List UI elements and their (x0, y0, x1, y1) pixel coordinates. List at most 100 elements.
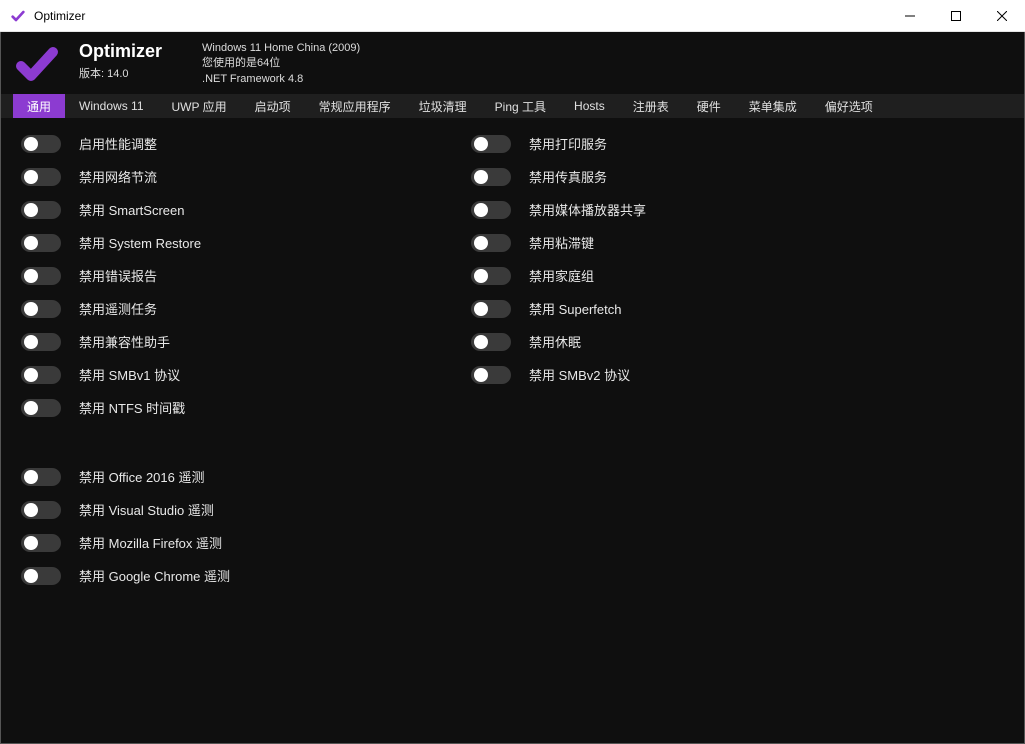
toggle-switch[interactable] (471, 201, 511, 219)
toggle-label: 禁用 SMBv1 协议 (79, 365, 180, 384)
toggle-switch[interactable] (471, 267, 511, 285)
toggle-knob (24, 137, 38, 151)
toggle-knob (474, 203, 488, 217)
app-icon (10, 8, 26, 24)
toggle-label: 禁用 Google Chrome 遥测 (79, 566, 230, 585)
toggle-row: 禁用传真服务 (471, 167, 901, 186)
toggle-switch[interactable] (471, 366, 511, 384)
toggle-label: 禁用网络节流 (79, 167, 157, 186)
toggle-label: 禁用传真服务 (529, 167, 607, 186)
toggle-row: 禁用 SmartScreen (21, 200, 451, 219)
toggle-knob (24, 170, 38, 184)
toggle-switch[interactable] (21, 168, 61, 186)
toggle-knob (24, 302, 38, 316)
toggle-knob (474, 302, 488, 316)
toggle-row: 禁用休眠 (471, 332, 901, 351)
toggle-switch[interactable] (21, 534, 61, 552)
toggle-knob (24, 569, 38, 583)
toggle-label: 禁用 Visual Studio 遥测 (79, 500, 214, 519)
header: Optimizer 版本: 14.0 Windows 11 Home China… (1, 32, 1024, 94)
toggle-knob (24, 368, 38, 382)
toggle-switch[interactable] (21, 234, 61, 252)
toggle-knob (24, 401, 38, 415)
toggle-label: 禁用休眠 (529, 332, 581, 351)
bit-line: 您使用的是64位 (202, 56, 360, 71)
toggle-switch[interactable] (21, 333, 61, 351)
app-body: Optimizer 版本: 14.0 Windows 11 Home China… (0, 32, 1025, 744)
tab-7[interactable]: Hosts (560, 94, 619, 118)
toggle-switch[interactable] (21, 201, 61, 219)
tab-10[interactable]: 菜单集成 (735, 94, 811, 118)
tab-1[interactable]: Windows 11 (65, 94, 157, 118)
toggle-row: 禁用 SMBv2 协议 (471, 365, 901, 384)
toggle-switch[interactable] (21, 468, 61, 486)
window-title: Optimizer (34, 9, 887, 23)
tab-11[interactable]: 偏好选项 (811, 94, 887, 118)
toggle-label: 禁用遥测任务 (79, 299, 157, 318)
tab-4[interactable]: 常规应用程序 (305, 94, 405, 118)
toggle-switch[interactable] (21, 300, 61, 318)
toggle-switch[interactable] (471, 234, 511, 252)
toggle-row: 禁用 Office 2016 遥测 (21, 467, 451, 486)
toggle-switch[interactable] (21, 366, 61, 384)
app-version: 版本: 14.0 (79, 65, 162, 81)
tab-6[interactable]: Ping 工具 (481, 94, 560, 118)
group-spacer (21, 431, 451, 453)
titlebar: Optimizer (0, 0, 1025, 32)
toggle-switch[interactable] (21, 501, 61, 519)
tab-9[interactable]: 硬件 (683, 94, 735, 118)
minimize-button[interactable] (887, 0, 933, 31)
right-column: 禁用打印服务禁用传真服务禁用媒体播放器共享禁用粘滞键禁用家庭组禁用 Superf… (471, 134, 901, 727)
toggle-row: 禁用兼容性助手 (21, 332, 451, 351)
toggle-label: 禁用 NTFS 时间戳 (79, 398, 185, 417)
tab-3[interactable]: 启动项 (241, 94, 305, 118)
toggle-knob (24, 470, 38, 484)
toggle-label: 禁用 System Restore (79, 233, 201, 252)
toggle-switch[interactable] (471, 168, 511, 186)
header-texts: Optimizer 版本: 14.0 Windows 11 Home China… (79, 41, 360, 87)
toggle-knob (24, 269, 38, 283)
close-button[interactable] (979, 0, 1025, 31)
toggle-switch[interactable] (471, 333, 511, 351)
toggle-row: 禁用 NTFS 时间戳 (21, 398, 451, 417)
toggle-row: 禁用错误报告 (21, 266, 451, 285)
content-area: 启用性能调整禁用网络节流禁用 SmartScreen 禁用 System Rest… (1, 118, 1024, 743)
toggle-switch[interactable] (21, 267, 61, 285)
toggle-knob (474, 170, 488, 184)
tab-2[interactable]: UWP 应用 (158, 94, 241, 118)
left-column: 启用性能调整禁用网络节流禁用 SmartScreen 禁用 System Rest… (21, 134, 451, 727)
toggle-switch[interactable] (21, 135, 61, 153)
toggle-row: 禁用媒体播放器共享 (471, 200, 901, 219)
toggle-label: 禁用错误报告 (79, 266, 157, 285)
toggle-knob (24, 536, 38, 550)
toggle-row: 启用性能调整 (21, 134, 451, 153)
tabs-bar: 通用Windows 11UWP 应用启动项常规应用程序垃圾清理Ping 工具Ho… (1, 94, 1024, 118)
toggle-switch[interactable] (471, 300, 511, 318)
toggle-row: 禁用 Google Chrome 遥测 (21, 566, 451, 585)
toggle-label: 禁用媒体播放器共享 (529, 200, 646, 219)
toggle-label: 禁用兼容性助手 (79, 332, 170, 351)
toggle-knob (24, 203, 38, 217)
toggle-switch[interactable] (21, 567, 61, 585)
toggle-label: 启用性能调整 (79, 134, 157, 153)
net-line: .NET Framework 4.8 (202, 72, 360, 87)
toggle-knob (24, 335, 38, 349)
toggle-row: 禁用家庭组 (471, 266, 901, 285)
logo-icon (13, 40, 61, 88)
maximize-button[interactable] (933, 0, 979, 31)
toggle-row: 禁用 System Restore (21, 233, 451, 252)
toggle-row: 禁用 Visual Studio 遥测 (21, 500, 451, 519)
toggle-knob (474, 137, 488, 151)
toggle-knob (474, 368, 488, 382)
tab-8[interactable]: 注册表 (619, 94, 683, 118)
toggle-knob (24, 503, 38, 517)
os-line: Windows 11 Home China (2009) (202, 41, 360, 56)
toggle-label: 禁用粘滞键 (529, 233, 594, 252)
toggle-label: 禁用 Superfetch (529, 299, 622, 318)
toggle-label: 禁用 Office 2016 遥测 (79, 467, 204, 486)
toggle-switch[interactable] (471, 135, 511, 153)
toggle-row: 禁用粘滞键 (471, 233, 901, 252)
toggle-switch[interactable] (21, 399, 61, 417)
tab-0[interactable]: 通用 (13, 94, 65, 118)
tab-5[interactable]: 垃圾清理 (405, 94, 481, 118)
